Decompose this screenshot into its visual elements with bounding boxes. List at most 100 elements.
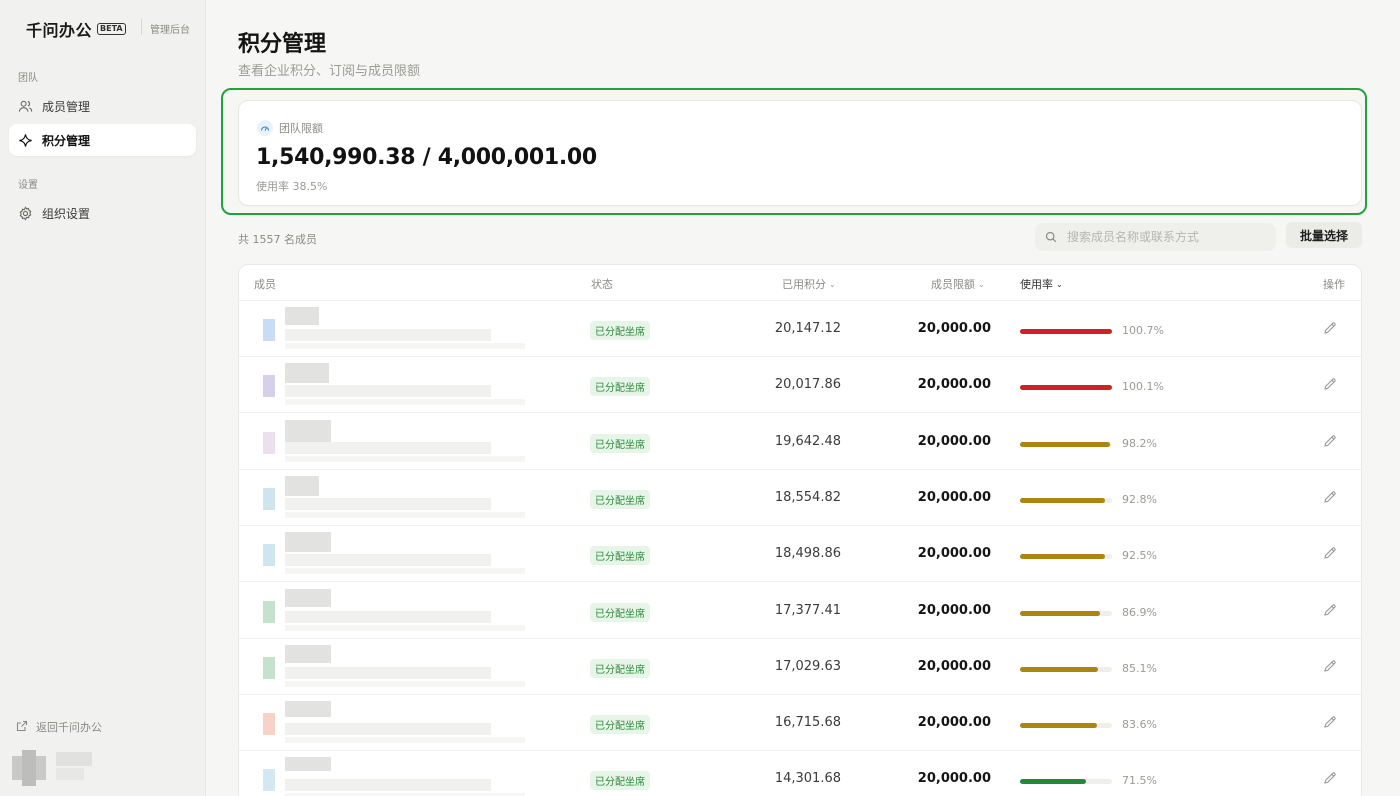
usage-bar-fill [1020, 385, 1112, 391]
member-limit: 20,000.00 [917, 377, 991, 393]
edit-icon[interactable] [1320, 487, 1340, 507]
usage-bar-fill [1020, 441, 1111, 447]
status-badge: 已分配坐席 [590, 658, 650, 678]
usage-bar-fill [1020, 497, 1106, 503]
column-limit[interactable]: 成员限额 ⌄ [931, 276, 985, 292]
member-cell[interactable] [253, 307, 543, 351]
member-contact-redacted [285, 441, 491, 454]
member-contact-redacted [285, 680, 525, 687]
edit-icon[interactable] [1320, 656, 1340, 676]
edit-icon[interactable] [1320, 543, 1340, 563]
usage-bar-fill [1020, 666, 1099, 672]
edit-icon[interactable] [1320, 318, 1340, 338]
member-contact-redacted [285, 399, 525, 406]
status-badge: 已分配坐席 [590, 602, 650, 622]
status-badge: 已分配坐席 [590, 433, 650, 453]
nav-section-team: 团队 [18, 73, 38, 84]
beta-badge: BETA [97, 23, 126, 35]
avatar [263, 544, 275, 567]
member-cell[interactable] [253, 644, 543, 689]
brand-name: 千问办公 [26, 21, 93, 40]
member-cell[interactable] [253, 363, 543, 407]
back-link-label: 返回千问办公 [36, 721, 102, 734]
usage-rate: 100.1% [1122, 380, 1164, 394]
member-cell[interactable] [253, 475, 543, 520]
sparkle-icon [18, 133, 33, 148]
usage-bar [1020, 610, 1112, 616]
member-limit: 20,000.00 [917, 658, 991, 674]
table-row[interactable]: 已分配坐席 18,554.82 20,000.00 92.8% [239, 470, 1361, 526]
table-row[interactable]: 已分配坐席 16,715.68 20,000.00 83.6% [239, 695, 1361, 752]
table-row[interactable]: 已分配坐席 19,642.48 20,000.00 98.2% [239, 414, 1361, 470]
sidebar-item-members[interactable]: 成员管理 [9, 90, 196, 122]
member-contact-redacted [285, 511, 525, 518]
main-content: 积分管理 查看企业积分、订阅与成员限额 团队限额 1,540,990.38 / … [207, 0, 1400, 796]
member-contact-redacted [285, 666, 491, 679]
edit-icon[interactable] [1320, 712, 1340, 732]
table-row[interactable]: 已分配坐席 17,377.41 20,000.00 86.9% [239, 583, 1361, 639]
usage-rate: 92.8% [1122, 492, 1157, 506]
member-cell[interactable] [253, 588, 543, 633]
member-cell[interactable] [253, 532, 543, 576]
avatar [263, 319, 275, 341]
table-row[interactable]: 已分配坐席 17,029.63 20,000.00 85.1% [239, 639, 1361, 695]
members-table: 成员 状态 已用积分 ⌄ 成员限额 ⌄ 使用率 ⌄ 操作 已分配坐席 20,147.12… [238, 264, 1362, 796]
table-row[interactable]: 已分配坐席 20,147.12 20,000.00 100.7% [239, 301, 1361, 357]
member-name-redacted [285, 588, 331, 607]
usage-rate: 71.5% [1122, 774, 1157, 788]
column-member: 成员 [254, 278, 276, 291]
column-rate[interactable]: 使用率 ⌄ [1020, 276, 1063, 292]
used-credits: 17,029.63 [774, 658, 841, 674]
member-contact-redacted [285, 329, 491, 341]
member-limit: 20,000.00 [917, 433, 991, 449]
usage-bar [1020, 666, 1112, 672]
column-used[interactable]: 已用积分 ⌄ [782, 276, 836, 292]
member-contact-redacted [285, 455, 525, 462]
member-contact-redacted [285, 385, 491, 398]
member-limit: 20,000.00 [917, 321, 991, 336]
member-contact-redacted [285, 568, 525, 575]
member-cell[interactable] [253, 701, 543, 745]
member-contact-redacted [285, 343, 525, 349]
batch-select-button[interactable]: 批量选择 [1286, 222, 1362, 248]
member-limit: 20,000.00 [917, 489, 991, 505]
edit-icon[interactable] [1320, 768, 1340, 788]
member-contact-redacted [285, 723, 491, 736]
member-contact-redacted [285, 779, 491, 792]
table-row[interactable]: 已分配坐席 20,017.86 20,000.00 100.1% [239, 357, 1361, 414]
brand[interactable]: 千问办公 BETA [26, 17, 126, 41]
status-badge: 已分配坐席 [590, 377, 650, 397]
edit-icon[interactable] [1320, 600, 1340, 620]
status-badge: 已分配坐席 [590, 715, 650, 735]
usage-bar-fill [1020, 610, 1100, 616]
sidebar-item-org-settings[interactable]: 组织设置 [9, 197, 196, 229]
used-credits: 14,301.68 [774, 771, 841, 787]
usage-rate: 98.2% [1122, 436, 1157, 450]
used-credits: 16,715.68 [774, 715, 841, 731]
account-avatar[interactable] [12, 750, 92, 786]
usage-bar [1020, 554, 1112, 560]
table-row[interactable]: 已分配坐席 14,301.68 20,000.00 71.5% [239, 751, 1361, 796]
member-cell[interactable] [253, 419, 543, 464]
usage-bar-fill [1020, 554, 1106, 560]
back-link[interactable]: 返回千问办公 [16, 719, 102, 735]
avatar [263, 431, 275, 454]
used-credits: 18,554.82 [774, 489, 841, 505]
member-search[interactable] [1035, 223, 1276, 251]
table-row[interactable]: 已分配坐席 18,498.86 20,000.00 92.5% [239, 526, 1361, 583]
member-contact-redacted [285, 624, 525, 631]
edit-icon[interactable] [1320, 431, 1340, 451]
gear-icon [18, 205, 33, 221]
member-name-redacted [285, 419, 331, 442]
member-name-redacted [285, 701, 331, 718]
member-cell[interactable] [253, 757, 543, 796]
status-badge: 已分配坐席 [590, 546, 650, 566]
member-contact-redacted [285, 497, 491, 510]
chevron-down-icon: ⌄ [1056, 279, 1063, 289]
edit-icon[interactable] [1320, 374, 1340, 394]
avatar [263, 600, 275, 623]
sidebar-item-credits[interactable]: 积分管理 [9, 124, 196, 156]
search-input[interactable] [1067, 230, 1257, 244]
used-credits: 19,642.48 [774, 433, 841, 449]
status-badge: 已分配坐席 [590, 321, 650, 340]
